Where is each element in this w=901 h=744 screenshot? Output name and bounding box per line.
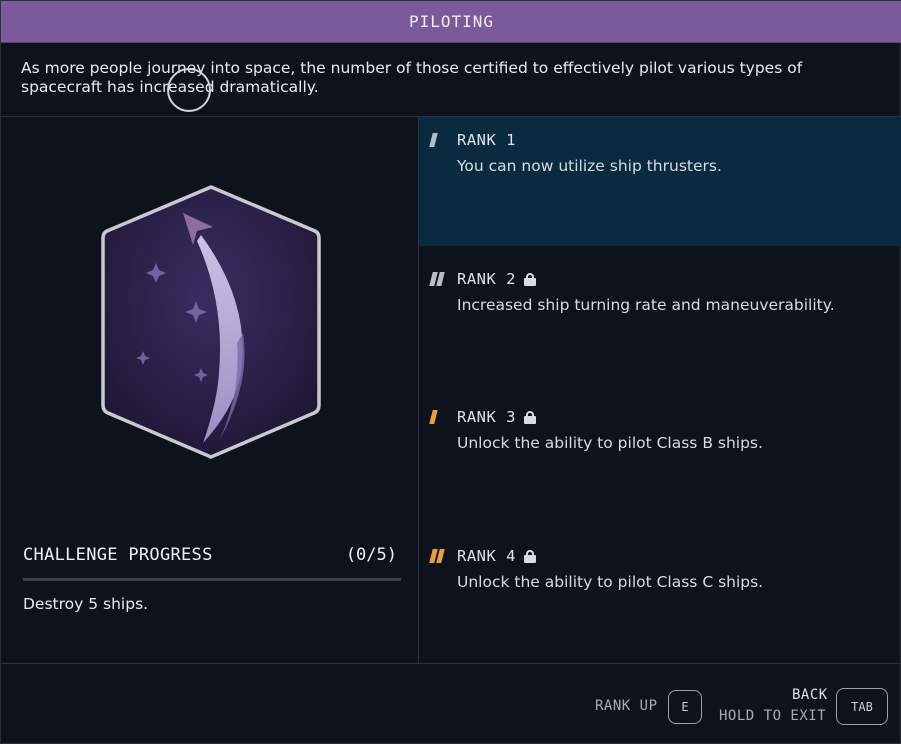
challenge-progress-bar [23, 578, 401, 581]
back-key[interactable]: TAB [836, 688, 888, 725]
rank-description: Increased ship turning rate and maneuver… [457, 296, 835, 314]
rank-1-marks-icon [429, 133, 457, 147]
challenge-task: Destroy 5 ships. [23, 595, 149, 613]
hold-to-exit-label: HOLD TO EXIT [719, 708, 827, 724]
rank-description: Unlock the ability to pilot Class C ship… [457, 573, 764, 591]
challenge-progress-title: CHALLENGE PROGRESS [23, 545, 213, 565]
rank-label: RANK 4 [457, 547, 516, 565]
divider-bottom [1, 663, 901, 664]
rank-4-marks-icon [429, 549, 457, 563]
rank-item-2[interactable]: RANK 2 Increased ship turning rate and m… [419, 256, 901, 384]
skill-description: As more people journey into space, the n… [21, 59, 803, 96]
rank-item-4[interactable]: RANK 4 Unlock the ability to pilot Class… [419, 533, 901, 661]
rank-item-1[interactable]: RANK 1 You can now utilize ship thruster… [419, 117, 901, 246]
rank-mark [429, 410, 438, 424]
page-title: PILOTING [408, 12, 495, 31]
skill-panel: PILOTING As more people journey into spa… [0, 0, 901, 744]
rank-2-marks-icon [429, 272, 457, 286]
rank-3-marks-icon [429, 410, 457, 424]
rank-description: Unlock the ability to pilot Class B ship… [457, 434, 763, 452]
header-bar: PILOTING [1, 1, 901, 43]
rank-mark [436, 272, 445, 286]
challenge-progress-count: (0/5) [345, 545, 397, 565]
rank-description: You can now utilize ship thrusters. [457, 157, 722, 175]
lock-icon [524, 410, 536, 424]
rank-label: RANK 2 [457, 270, 516, 288]
lock-icon [524, 272, 536, 286]
cursor-ring-icon [167, 68, 211, 112]
rank-mark [429, 133, 438, 147]
lock-icon [524, 549, 536, 563]
piloting-skill-patch-icon [101, 185, 321, 459]
back-label[interactable]: BACK [792, 687, 828, 703]
rank-label: RANK 1 [457, 131, 516, 149]
rank-up-key[interactable]: E [668, 690, 702, 724]
rank-up-label[interactable]: RANK UP [595, 698, 658, 714]
rank-item-3[interactable]: RANK 3 Unlock the ability to pilot Class… [419, 394, 901, 522]
rank-mark [436, 549, 445, 563]
rank-label: RANK 3 [457, 408, 516, 426]
